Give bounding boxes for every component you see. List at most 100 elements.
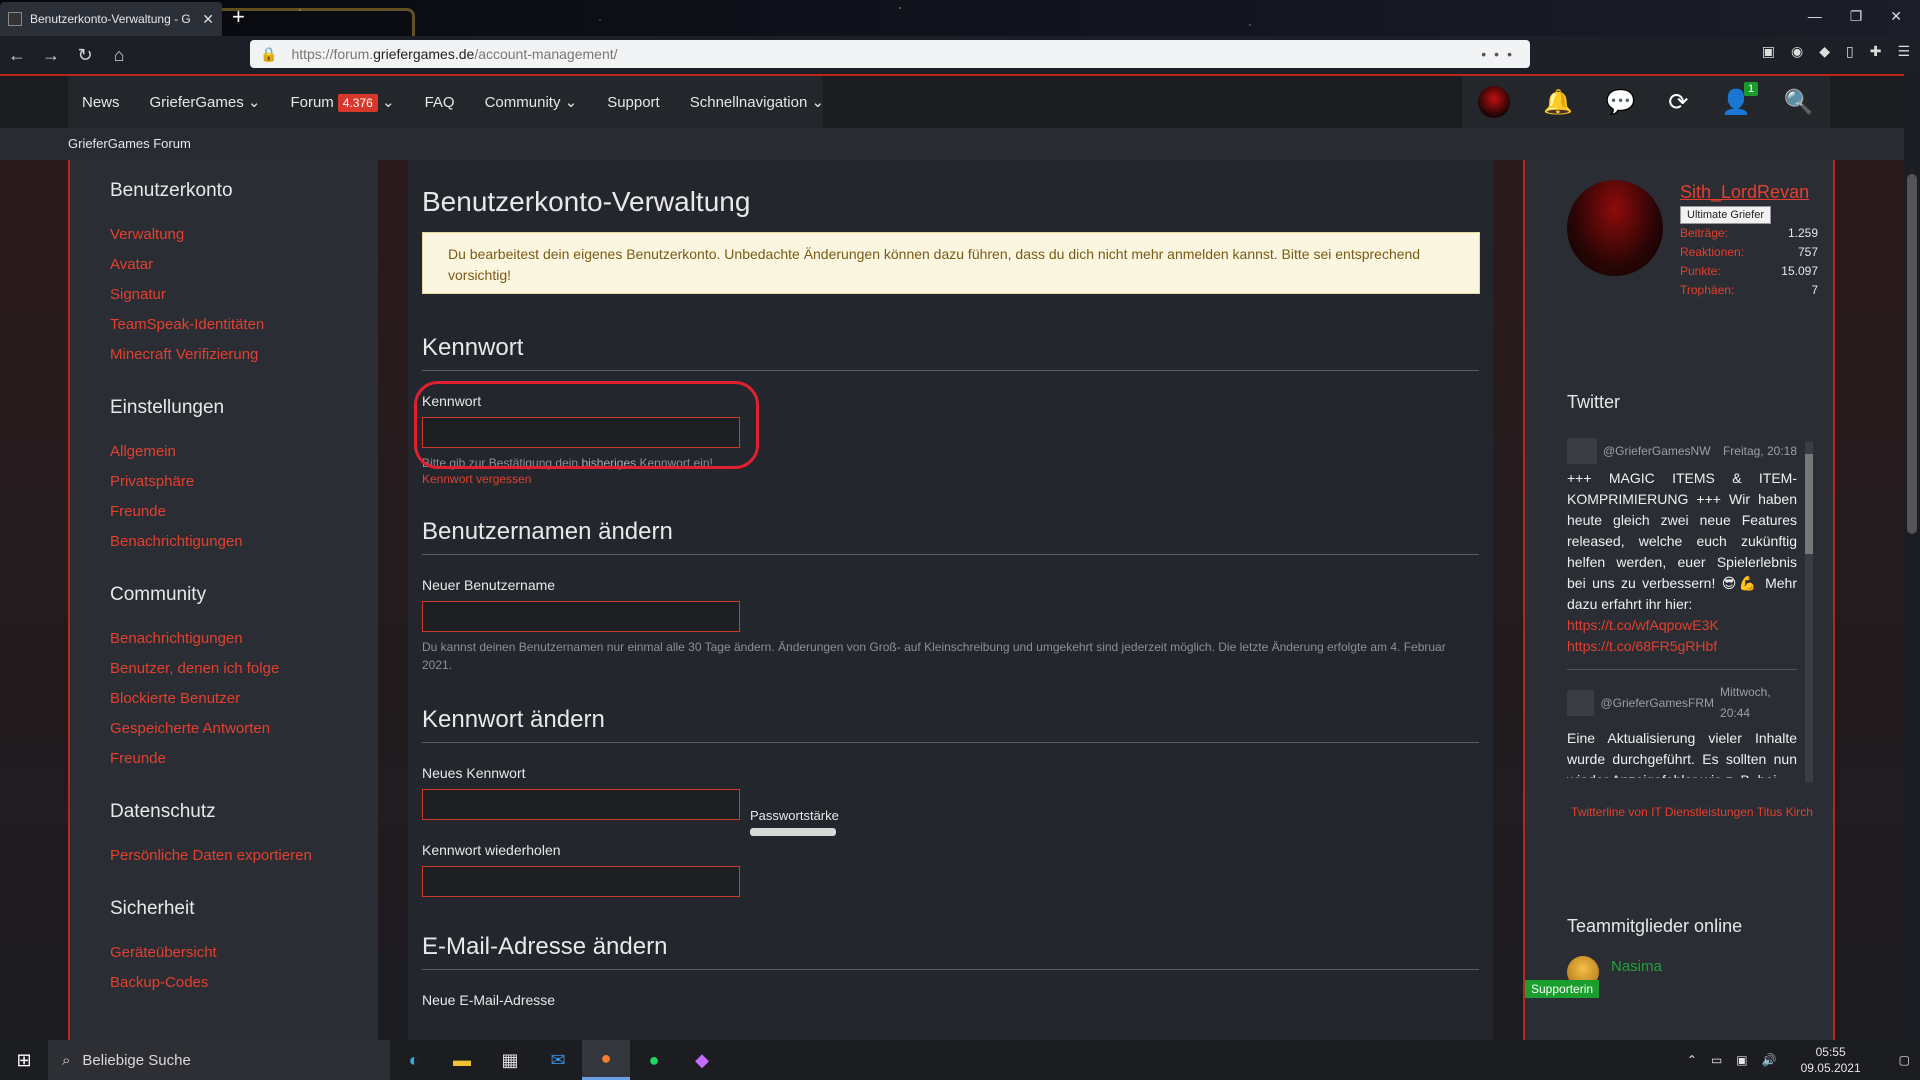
sidebar-section-title: Sicherheit	[110, 898, 195, 919]
tab-close-icon[interactable]: ✕	[202, 11, 214, 28]
tweet-handle[interactable]: @GrieferGamesNW	[1603, 441, 1711, 462]
restore-icon[interactable]: ❐	[1850, 8, 1863, 25]
profile-username[interactable]: Sith_LordRevan	[1680, 182, 1809, 203]
store-icon[interactable]: ▦	[486, 1040, 534, 1080]
sidebar-right: Sith_LordRevan Ultimate Griefer Beiträge…	[1523, 160, 1835, 1040]
taskbar-search[interactable]: ⌕ Beliebige Suche	[48, 1040, 390, 1080]
profile-avatar[interactable]	[1567, 180, 1663, 276]
profile-rank-badge: Ultimate Griefer	[1680, 206, 1772, 224]
extension-icon[interactable]: ✚	[1870, 43, 1882, 60]
twitter-footer-link[interactable]: Twitterline von IT Dienstleistungen Titu…	[1567, 802, 1817, 822]
menu-item[interactable]: FAQ	[425, 94, 455, 111]
new-username-label: Neuer Benutzername	[422, 577, 556, 593]
search-icon[interactable]: 🔍	[1784, 88, 1814, 117]
tray-chevron-icon[interactable]: ⌃	[1687, 1053, 1697, 1067]
team-online-title: Teammitglieder online	[1567, 916, 1743, 936]
stat-key[interactable]: Punkte:	[1680, 264, 1721, 278]
sidebar-link[interactable]: Geräteübersicht	[110, 944, 378, 961]
page-actions-icon[interactable]: •••	[1481, 46, 1520, 62]
refresh-icon[interactable]: ⟳	[1668, 88, 1688, 117]
sidebar-link[interactable]: Freunde	[110, 750, 378, 767]
forward-icon[interactable]: →	[34, 45, 68, 66]
page-scrollbar-thumb[interactable]	[1907, 174, 1917, 534]
tweet-separator	[1567, 669, 1797, 670]
forgot-password-link[interactable]: Kennwort vergessen	[422, 472, 1479, 486]
new-password-input[interactable]	[422, 789, 740, 820]
network-icon[interactable]: ▣	[1736, 1053, 1747, 1067]
extension-icon[interactable]: ◉	[1791, 43, 1803, 60]
sidebar-link[interactable]: Benachrichtigungen	[110, 630, 378, 647]
home-icon[interactable]: ⌂	[102, 45, 136, 66]
tweet-time[interactable]: Mittwoch, 20:44	[1720, 682, 1797, 724]
profile-stat-row: Punkte: 15.097	[1680, 264, 1818, 278]
sidebar-link[interactable]: Verwaltung	[110, 226, 378, 243]
sidebar-link[interactable]: Freunde	[110, 503, 378, 520]
clock-time: 05:55	[1815, 1045, 1846, 1059]
firefox-icon[interactable]: ●	[582, 1040, 630, 1080]
sidebar-link[interactable]: Benutzer, denen ich folge	[110, 660, 378, 677]
menu-item[interactable]: GrieferGames ⌄	[150, 93, 261, 111]
sidebar-link[interactable]: Blockierte Benutzer	[110, 690, 378, 707]
sidebar-link[interactable]: Avatar	[110, 256, 378, 273]
window-controls: — ❐ ✕	[1790, 0, 1920, 33]
file-explorer-icon[interactable]: ▬	[438, 1040, 486, 1080]
new-tab-icon[interactable]: +	[232, 4, 245, 30]
menu-item[interactable]: Community ⌄	[485, 93, 578, 111]
menu-item[interactable]: Support	[607, 94, 660, 111]
browser-tabbar: Benutzerkonto-Verwaltung - G ✕ + — ❐ ✕	[0, 0, 1920, 36]
menu-item[interactable]: News	[82, 94, 120, 111]
extension-icon[interactable]: ▣	[1762, 43, 1775, 60]
sidebar-link[interactable]: Allgemein	[110, 443, 378, 460]
close-window-icon[interactable]: ✕	[1890, 8, 1902, 25]
conversations-icon[interactable]: 💬	[1606, 88, 1636, 117]
tweet-avatar[interactable]	[1567, 438, 1597, 464]
breadcrumb[interactable]: GrieferGames Forum	[68, 136, 191, 151]
stat-key[interactable]: Trophäen:	[1680, 283, 1734, 297]
sidebar-link[interactable]: Minecraft Verifizierung	[110, 346, 378, 363]
sidebar-link[interactable]: Benachrichtigungen	[110, 533, 378, 550]
minimize-icon[interactable]: —	[1808, 8, 1822, 25]
spotify-icon[interactable]: ●	[630, 1040, 678, 1080]
url-bar[interactable]: 🔒 https://forum. griefergames.de /accoun…	[250, 40, 1530, 68]
taskbar-clock[interactable]: 05:55 09.05.2021	[1801, 1044, 1861, 1076]
menu-icon[interactable]: ☰	[1897, 43, 1910, 60]
battery-icon[interactable]: ▭	[1711, 1053, 1722, 1067]
tweet-link[interactable]: https://t.co/wfAqpowE3K	[1567, 615, 1797, 636]
reload-icon[interactable]: ↻	[68, 45, 102, 66]
team-member-name[interactable]: Nasima	[1611, 958, 1662, 975]
user-avatar-icon[interactable]	[1478, 86, 1511, 118]
bell-icon[interactable]: 🔔	[1543, 88, 1573, 117]
volume-icon[interactable]: 🔊	[1762, 1053, 1777, 1067]
windows-start-icon[interactable]: ⊞	[0, 1040, 48, 1080]
sidebar-link[interactable]: Persönliche Daten exportieren	[110, 847, 378, 864]
twitter-scrollbar[interactable]	[1805, 442, 1813, 782]
extension-icon[interactable]: ▯	[1846, 43, 1854, 60]
action-center-icon[interactable]: ▢	[1899, 1053, 1910, 1067]
menu-item[interactable]: Schnellnavigation ⌄	[690, 93, 824, 111]
sidebar-link[interactable]: Backup-Codes	[110, 974, 378, 991]
theme-logo	[195, 8, 415, 36]
tweet-time[interactable]: Freitag, 20:18	[1723, 441, 1797, 462]
sidebar-link[interactable]: TeamSpeak-Identitäten	[110, 316, 378, 333]
stat-key[interactable]: Reaktionen:	[1680, 245, 1744, 259]
new-username-input[interactable]	[422, 601, 740, 632]
tweet-avatar[interactable]	[1567, 690, 1595, 716]
menu-item[interactable]: Forum 4.376 ⌄	[290, 93, 395, 112]
sidebar-link[interactable]: Privatsphäre	[110, 473, 378, 490]
extension-icon[interactable]: ◆	[1819, 43, 1830, 60]
page-scrollbar[interactable]	[1904, 74, 1920, 1040]
tweet-link[interactable]: https://t.co/68FR5gRHbf	[1567, 636, 1797, 657]
back-icon[interactable]: ←	[0, 45, 34, 66]
mail-icon[interactable]: ✉	[534, 1040, 582, 1080]
stat-value: 15.097	[1781, 264, 1818, 278]
stat-key[interactable]: Beiträge:	[1680, 226, 1728, 240]
tweet-handle[interactable]: @GrieferGamesFRM	[1600, 693, 1714, 714]
sidebar-link[interactable]: Signatur	[110, 286, 378, 303]
edge-icon[interactable]: ◐	[390, 1040, 438, 1080]
stat-value: 7	[1811, 283, 1818, 297]
sidebar-section-title: Einstellungen	[110, 397, 225, 418]
app-icon[interactable]: ◆	[678, 1040, 726, 1080]
sidebar-link[interactable]: Gespeicherte Antworten	[110, 720, 378, 737]
repeat-password-input[interactable]	[422, 866, 740, 897]
browser-tab-active[interactable]: Benutzerkonto-Verwaltung - G ✕	[0, 2, 222, 36]
